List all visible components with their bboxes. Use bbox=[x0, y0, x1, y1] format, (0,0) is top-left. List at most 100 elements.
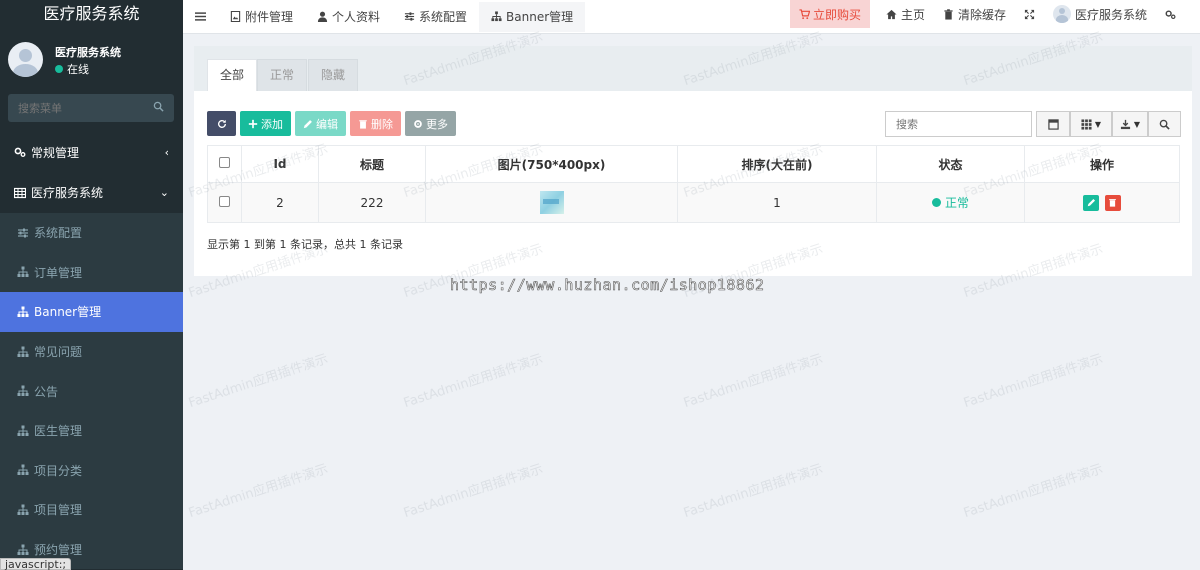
sitemap-icon bbox=[17, 425, 29, 436]
status-badge[interactable]: 正常 bbox=[931, 194, 969, 211]
sidebar-item-doctors[interactable]: 医生管理 bbox=[0, 410, 183, 451]
watermark-text: FastAdmin应用插件演示 bbox=[961, 351, 1105, 412]
tab-attachments[interactable]: 附件管理 bbox=[218, 3, 305, 31]
delete-button[interactable]: 删除 bbox=[350, 111, 401, 136]
refresh-button[interactable] bbox=[207, 111, 236, 136]
row-edit-button[interactable] bbox=[1083, 194, 1100, 211]
toggle-view-button[interactable] bbox=[1036, 111, 1070, 137]
user-name: 医疗服务系统 bbox=[55, 46, 121, 59]
avatar bbox=[1053, 5, 1072, 23]
sitemap-icon bbox=[17, 544, 29, 555]
sidebar: 医疗服务系统 医疗服务系统 在线 常规管理 ‹ 医疗服务系统 ⌄ 系统配置 订单… bbox=[0, 0, 183, 570]
trash-icon bbox=[944, 8, 953, 20]
trash-icon bbox=[1109, 199, 1117, 207]
edit-button[interactable]: 编辑 bbox=[295, 111, 346, 136]
grid-icon bbox=[1081, 118, 1092, 130]
sitemap-icon bbox=[17, 385, 29, 397]
tab-banner[interactable]: Banner管理 bbox=[479, 1, 586, 32]
watermark-text: FastAdmin应用插件演示 bbox=[186, 351, 330, 412]
sliders-icon bbox=[18, 228, 28, 238]
column-header-image[interactable]: 图片(750*400px) bbox=[425, 145, 678, 183]
sidebar-item-system-config[interactable]: 系统配置 bbox=[0, 213, 183, 253]
status-dot-icon bbox=[931, 198, 941, 207]
file-image-icon bbox=[230, 11, 241, 22]
tab-normal[interactable]: 正常 bbox=[257, 59, 308, 91]
buy-now-label: 立即购买 bbox=[813, 7, 862, 22]
sidebar-item-label: 常见问题 bbox=[34, 345, 83, 360]
app-logo[interactable]: 医疗服务系统 bbox=[0, 0, 183, 30]
select-all-checkbox[interactable] bbox=[219, 157, 230, 168]
sidebar-item-label: 常规管理 bbox=[31, 145, 80, 160]
columns-button[interactable]: ▼ bbox=[1070, 111, 1112, 137]
tab-hidden[interactable]: 隐藏 bbox=[308, 59, 359, 91]
buy-now-button[interactable]: 立即购买 bbox=[790, 0, 871, 28]
cell-id: 2 bbox=[241, 182, 319, 223]
sidebar-item-faq[interactable]: 常见问题 bbox=[0, 331, 183, 372]
sidebar-item-notice[interactable]: 公告 bbox=[0, 371, 183, 411]
trash-icon bbox=[359, 119, 367, 129]
sidebar-item-general[interactable]: 常规管理 ‹ bbox=[0, 132, 183, 172]
tab-label: 个人资料 bbox=[332, 10, 381, 24]
url-watermark: https://www.huzhan.com/ishop18862 bbox=[450, 276, 765, 295]
column-header-id[interactable]: Id bbox=[241, 145, 319, 183]
table-header-row: Id 标题 图片(750*400px) 排序(大在前) 状态 操作 bbox=[207, 145, 1180, 183]
settings-button[interactable] bbox=[1156, 0, 1185, 28]
download-icon bbox=[1120, 119, 1131, 129]
topbar: 附件管理 个人资料 系统配置 Banner管理 立即购买 主页 清除缓存 医疗服… bbox=[183, 0, 1200, 34]
sidebar-item-medical[interactable]: 医疗服务系统 ⌄ bbox=[0, 172, 183, 213]
home-link[interactable]: 主页 bbox=[877, 0, 934, 28]
sidebar-toggle-button[interactable] bbox=[183, 3, 218, 31]
sidebar-item-projects[interactable]: 项目管理 bbox=[0, 490, 183, 530]
sidebar-item-project-category[interactable]: 项目分类 bbox=[0, 450, 183, 491]
menu-search-input[interactable] bbox=[8, 94, 148, 122]
user-icon bbox=[317, 11, 328, 22]
clear-cache-label: 清除缓存 bbox=[958, 7, 1007, 22]
cell-sort: 1 bbox=[677, 182, 877, 223]
table-search-input[interactable] bbox=[885, 111, 1032, 137]
delete-label: 删除 bbox=[371, 117, 393, 131]
refresh-icon bbox=[217, 119, 226, 128]
fullscreen-button[interactable] bbox=[1015, 0, 1044, 28]
sidebar-item-orders[interactable]: 订单管理 bbox=[0, 252, 183, 293]
watermark-text: FastAdmin应用插件演示 bbox=[401, 461, 545, 522]
filter-tabs: 全部 正常 隐藏 bbox=[194, 46, 1192, 91]
content-panel: 全部 正常 隐藏 添加 编辑 删除 更多 ▼ bbox=[194, 46, 1192, 276]
search-icon bbox=[1159, 119, 1170, 130]
sliders-icon bbox=[404, 12, 415, 21]
caret-down-icon: ▼ bbox=[1133, 119, 1141, 129]
more-button[interactable]: 更多 bbox=[405, 111, 456, 136]
tab-all[interactable]: 全部 bbox=[207, 59, 258, 91]
column-header-operate: 操作 bbox=[1024, 145, 1180, 183]
row-checkbox[interactable] bbox=[219, 195, 230, 207]
chevron-down-icon: ⌄ bbox=[159, 186, 169, 199]
export-button[interactable]: ▼ bbox=[1112, 111, 1148, 137]
advanced-search-button[interactable] bbox=[1148, 111, 1181, 137]
gears-icon bbox=[1165, 9, 1176, 19]
sidebar-item-banner[interactable]: Banner管理 bbox=[0, 292, 183, 332]
row-delete-button[interactable] bbox=[1104, 194, 1121, 211]
tab-profile[interactable]: 个人资料 bbox=[305, 3, 392, 31]
sidebar-item-label: 系统配置 bbox=[34, 226, 83, 241]
online-status-label: 在线 bbox=[67, 63, 89, 76]
hamburger-icon bbox=[195, 12, 206, 21]
cell-image bbox=[425, 182, 678, 223]
user-menu[interactable]: 医疗服务系统 bbox=[1044, 0, 1156, 28]
cart-icon bbox=[799, 8, 810, 19]
column-header-sort[interactable]: 排序(大在前) bbox=[677, 145, 877, 183]
banner-thumbnail[interactable] bbox=[539, 191, 564, 214]
status-label: 正常 bbox=[944, 196, 969, 210]
topbar-right: 主页 清除缓存 医疗服务系统 bbox=[877, 0, 1185, 28]
watermark-text: FastAdmin应用插件演示 bbox=[681, 351, 825, 412]
avatar[interactable] bbox=[8, 42, 43, 77]
table-row[interactable]: 2 222 1 正常 bbox=[207, 182, 1180, 223]
add-button[interactable]: 添加 bbox=[240, 111, 291, 136]
sidebar-item-label: Banner管理 bbox=[34, 305, 102, 320]
column-header-status[interactable]: 状态 bbox=[876, 145, 1025, 183]
tab-label: 系统配置 bbox=[419, 10, 468, 24]
tab-system-config[interactable]: 系统配置 bbox=[392, 3, 479, 31]
clear-cache-button[interactable]: 清除缓存 bbox=[934, 0, 1015, 28]
plus-icon bbox=[248, 119, 258, 128]
search-icon[interactable] bbox=[153, 101, 164, 112]
column-header-title[interactable]: 标题 bbox=[318, 145, 426, 183]
sidebar-item-label: 项目分类 bbox=[34, 463, 83, 478]
